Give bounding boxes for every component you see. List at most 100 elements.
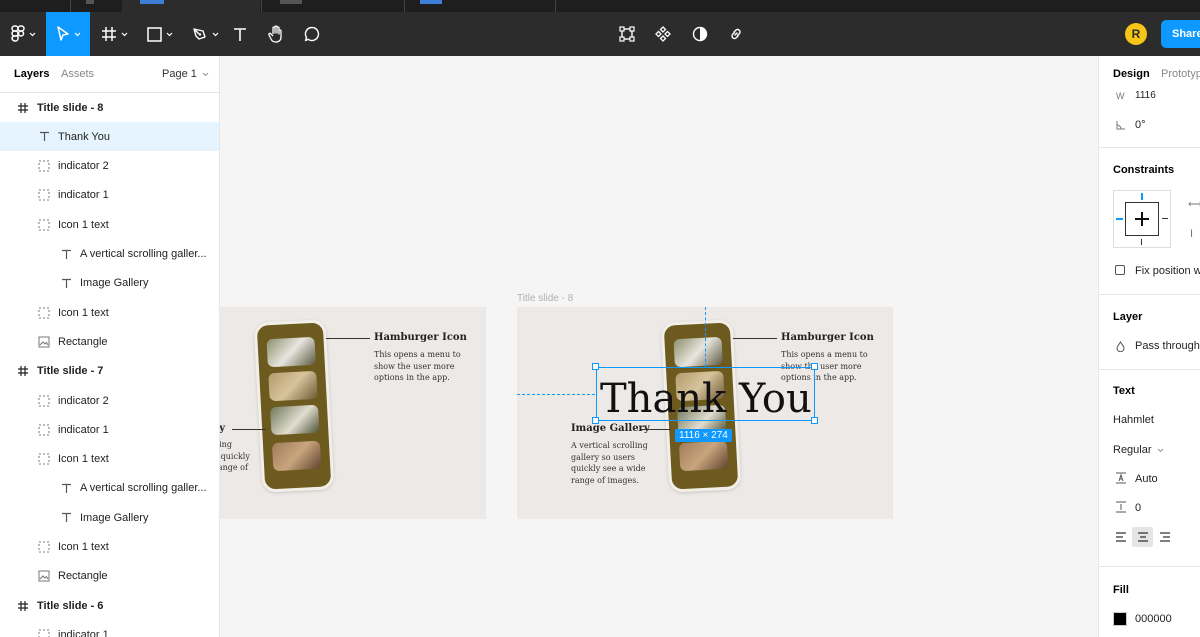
- layer-label: indicator 2: [58, 395, 109, 407]
- layer-type-icon: [37, 159, 51, 173]
- create-component-button[interactable]: [614, 12, 640, 56]
- fill-color-swatch[interactable]: [1113, 612, 1127, 626]
- layer-row[interactable]: Title slide - 6: [0, 591, 219, 620]
- constraints-widget[interactable]: [1113, 190, 1171, 248]
- fix-position-checkbox[interactable]: [1115, 265, 1125, 275]
- layer-row[interactable]: Image Gallery: [0, 269, 219, 298]
- layer-type-icon: [37, 423, 51, 437]
- layer-row[interactable]: Image Gallery: [0, 503, 219, 532]
- text-tool-button[interactable]: [226, 12, 254, 56]
- layer-row[interactable]: indicator 1: [0, 620, 219, 637]
- title-slide-7-frame[interactable]: Hamburger Icon This opens a menu to show…: [220, 307, 486, 519]
- resize-handle-bottom-left[interactable]: [592, 417, 599, 424]
- hamburger-icon-title[interactable]: Hamburger Icon: [781, 332, 874, 343]
- layer-row[interactable]: Thank You: [0, 122, 219, 151]
- layer-row[interactable]: indicator 1: [0, 415, 219, 444]
- cursor-arrow-icon: [56, 26, 70, 42]
- hamburger-icon-description[interactable]: This opens a menu to show the user more …: [374, 349, 466, 384]
- layer-row[interactable]: A vertical scrolling galler...: [0, 240, 219, 269]
- layer-row[interactable]: Title slide - 8: [0, 93, 219, 122]
- constraint-left-indicator[interactable]: [1116, 218, 1123, 220]
- layer-type-icon: [59, 247, 73, 261]
- distance-guide-horizontal: [517, 394, 595, 395]
- layer-row[interactable]: A vertical scrolling galler...: [0, 474, 219, 503]
- layer-row[interactable]: Rectangle: [0, 327, 219, 356]
- image-gallery-description[interactable]: lling s quickly range of: [220, 439, 306, 474]
- tab-design[interactable]: Design: [1113, 68, 1150, 80]
- resize-handle-top-left[interactable]: [592, 363, 599, 370]
- align-center-button[interactable]: [1132, 527, 1153, 547]
- share-button[interactable]: Share: [1161, 20, 1200, 48]
- layer-row[interactable]: indicator 2: [0, 386, 219, 415]
- pen-tool-button[interactable]: [183, 12, 227, 56]
- image-gallery-title[interactable]: Image Gallery: [571, 423, 650, 434]
- comment-tool-button[interactable]: [298, 12, 326, 56]
- image-icon: [38, 570, 50, 582]
- layer-row[interactable]: Icon 1 text: [0, 445, 219, 474]
- tab-separator: [261, 0, 262, 12]
- align-right-button[interactable]: [1157, 529, 1173, 545]
- font-weight-select[interactable]: Regular: [1113, 444, 1164, 456]
- line-height-input[interactable]: Auto: [1135, 473, 1158, 485]
- blend-mode-select[interactable]: Pass through: [1135, 340, 1200, 352]
- width-input[interactable]: 1116: [1135, 90, 1156, 101]
- user-avatar[interactable]: R: [1125, 23, 1147, 45]
- annotation-leader-line: [641, 429, 671, 430]
- components-button[interactable]: [650, 12, 676, 56]
- layer-row[interactable]: indicator 2: [0, 152, 219, 181]
- layer-label: Image Gallery: [80, 277, 148, 289]
- rotation-input[interactable]: 0°: [1135, 119, 1146, 131]
- vertical-constraint-icon[interactable]: I: [1190, 228, 1193, 240]
- layer-label: A vertical scrolling galler...: [80, 482, 207, 494]
- fill-hex-input[interactable]: 000000: [1135, 613, 1172, 625]
- tab-prototype[interactable]: Prototyp: [1161, 68, 1200, 80]
- constraint-bottom-indicator[interactable]: [1141, 239, 1142, 245]
- constraint-top-indicator[interactable]: [1141, 193, 1143, 200]
- resize-handle-top-right[interactable]: [811, 363, 818, 370]
- page-selector[interactable]: Page 1: [162, 68, 209, 80]
- layer-label: A vertical scrolling galler...: [80, 248, 207, 260]
- gallery-photo: [266, 337, 315, 367]
- file-tab[interactable]: [420, 0, 442, 4]
- letter-spacing-input[interactable]: 0: [1135, 502, 1141, 514]
- section-divider: [1099, 369, 1200, 370]
- home-tab-marker[interactable]: [86, 0, 94, 4]
- width-label: W: [1116, 91, 1125, 101]
- layer-row[interactable]: Icon 1 text: [0, 210, 219, 239]
- frame-hash-icon: [17, 102, 29, 114]
- font-family-select[interactable]: Hahmlet: [1113, 414, 1154, 426]
- layer-row[interactable]: Icon 1 text: [0, 298, 219, 327]
- selection-box[interactable]: [596, 367, 815, 421]
- hamburger-icon-title[interactable]: Hamburger Icon: [374, 332, 467, 343]
- link-button[interactable]: [723, 12, 749, 56]
- annotation-leader-line: [326, 338, 370, 339]
- tab-assets[interactable]: Assets: [61, 68, 94, 80]
- file-tab[interactable]: [280, 0, 302, 4]
- constraint-center-vertical[interactable]: [1141, 212, 1143, 226]
- frame-label[interactable]: Title slide - 8: [517, 293, 573, 304]
- group-dashed-icon: [38, 160, 50, 172]
- layer-row[interactable]: Icon 1 text: [0, 533, 219, 562]
- frame-tool-button[interactable]: [92, 12, 136, 56]
- move-tool-button[interactable]: [46, 12, 90, 56]
- figma-editor: R Share Layers Assets Page 1 Title slide…: [0, 0, 1200, 637]
- tab-layers[interactable]: Layers: [14, 68, 49, 80]
- canvas[interactable]: Hamburger Icon This opens a menu to show…: [220, 56, 1098, 637]
- layers-panel: Layers Assets Page 1 Title slide - 8Than…: [0, 56, 220, 637]
- layer-row[interactable]: indicator 1: [0, 181, 219, 210]
- image-gallery-title[interactable]: ry: [220, 423, 225, 434]
- constraint-right-indicator[interactable]: [1162, 218, 1168, 219]
- layer-type-icon: [37, 188, 51, 202]
- align-left-button[interactable]: [1113, 529, 1129, 545]
- image-gallery-description[interactable]: A vertical scrolling gallery so users qu…: [571, 440, 663, 486]
- shape-tool-button[interactable]: [138, 12, 182, 56]
- horizontal-constraint-icon[interactable]: ⟷: [1188, 199, 1200, 210]
- layer-row[interactable]: Title slide - 7: [0, 357, 219, 386]
- gallery-photo: [679, 441, 728, 471]
- resize-handle-bottom-right[interactable]: [811, 417, 818, 424]
- hand-tool-button[interactable]: [262, 12, 290, 56]
- layer-row[interactable]: Rectangle: [0, 562, 219, 591]
- main-menu-button[interactable]: [0, 12, 46, 56]
- mask-button[interactable]: [687, 12, 713, 56]
- selection-dimension-label: 1116 × 274: [675, 429, 732, 442]
